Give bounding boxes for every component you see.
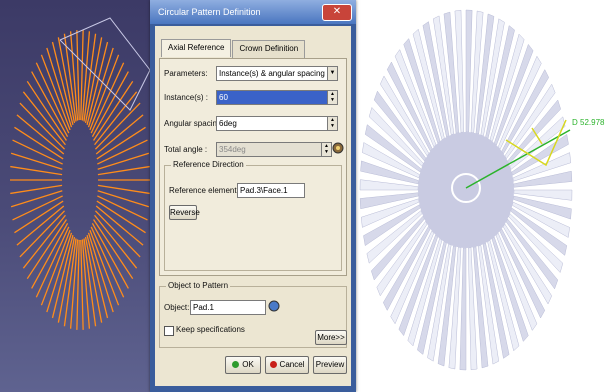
wireframe-tooth — [80, 239, 84, 330]
wireframe-tooth — [76, 30, 80, 121]
keep-specifications-label: Keep specifications — [176, 325, 245, 334]
angular-spacing-input[interactable]: 6deg — [216, 116, 328, 131]
wireframe-tooth — [97, 152, 150, 170]
object-select-icon[interactable] — [268, 299, 280, 314]
wireframe-tooth — [51, 41, 74, 125]
reference-direction-title: Reference Direction — [171, 160, 246, 169]
reference-direction-group: Reference Direction Reference element: P… — [164, 160, 342, 271]
parameters-select[interactable]: Instance(s) & angular spacing — [216, 66, 328, 81]
cancel-button[interactable]: Cancel — [265, 356, 309, 374]
wireframe-tooth — [90, 62, 125, 134]
wireframe-tooth — [97, 190, 150, 208]
total-angle-spinner: ▲ ▼ — [321, 142, 332, 157]
hub-disc — [418, 132, 514, 248]
pattern-settings-icon[interactable] — [332, 141, 344, 156]
dimension-label[interactable]: D 52.978 — [572, 118, 605, 127]
object-input[interactable]: Pad.1 — [190, 300, 266, 315]
angular-spacing-spinner[interactable]: ▲ ▼ — [327, 116, 338, 131]
ok-icon — [232, 361, 240, 369]
wireframe-tooth — [97, 165, 150, 176]
wireframe-tooth — [10, 190, 63, 208]
right-3d-viewport[interactable]: D 52.978 — [356, 0, 609, 392]
wireframe-tooth — [12, 195, 63, 221]
object-label: Object: — [164, 303, 190, 312]
left-3d-viewport[interactable] — [0, 0, 156, 392]
wireframe-tooth — [10, 165, 63, 176]
wireframe-tooth — [86, 235, 109, 319]
close-button[interactable]: ✕ — [322, 4, 352, 21]
fan-blade — [465, 9, 473, 133]
total-angle-label: Total angle : — [164, 145, 208, 154]
more-button[interactable]: More>> — [315, 330, 347, 345]
wireframe-tooth — [90, 226, 125, 298]
circular-pattern-dialog: Circular Pattern Definition ✕ Axial Refe… — [150, 0, 356, 392]
wireframe-tooth — [35, 62, 70, 134]
wireframe-tooth — [89, 54, 120, 131]
instances-spinner[interactable]: ▲ ▼ — [327, 90, 338, 105]
total-angle-input: 354deg — [216, 142, 322, 157]
ok-button[interactable]: OK — [225, 356, 261, 374]
cancel-label: Cancel — [279, 360, 305, 369]
wireframe-tooth — [97, 139, 148, 165]
wireframe-tooth — [35, 226, 70, 298]
cancel-icon — [269, 361, 277, 369]
reverse-button[interactable]: Reverse — [169, 205, 200, 220]
wireframe-tooth — [76, 239, 80, 330]
object-to-pattern-title: Object to Pattern — [166, 281, 231, 290]
wireframe-tooth — [51, 235, 74, 319]
fan-blade — [459, 247, 467, 371]
wireframe-tooth — [10, 152, 63, 170]
keep-specifications-checkbox[interactable] — [164, 326, 174, 336]
preview-button[interactable]: Preview — [313, 356, 347, 374]
wireframe-tooth — [40, 229, 71, 306]
wireframe-tooth — [86, 41, 109, 125]
tab-strip: Axial Reference Crown Definition — [161, 39, 306, 58]
wireframe-tooth — [89, 229, 120, 306]
axial-reference-panel: Parameters: Instance(s) & angular spacin… — [159, 58, 347, 276]
circular-fan-pattern: D 52.978 — [359, 9, 605, 371]
instances-input[interactable]: 60 — [216, 90, 328, 105]
parameters-label: Parameters: — [164, 69, 208, 78]
reference-element-label: Reference element: — [169, 186, 239, 195]
dialog-client: Axial Reference Crown Definition Paramet… — [155, 26, 351, 386]
wireframe-tooth — [40, 54, 71, 131]
ok-label: OK — [242, 360, 254, 369]
reference-element-input[interactable]: Pad.3\Face.1 — [237, 183, 305, 198]
wireframe-tooth — [97, 195, 148, 221]
tab-axial-reference[interactable]: Axial Reference — [161, 39, 232, 57]
wireframe-tooth — [97, 184, 150, 195]
wireframe-tooth — [12, 139, 63, 165]
chevron-down-icon[interactable]: ▼ — [327, 66, 338, 81]
wireframe-tooth — [80, 30, 84, 121]
instances-label: Instance(s) : — [164, 93, 209, 102]
tab-crown-definition[interactable]: Crown Definition — [232, 40, 306, 58]
wireframe-tooth — [10, 184, 63, 195]
orange-wireframe-gear — [10, 17, 151, 330]
